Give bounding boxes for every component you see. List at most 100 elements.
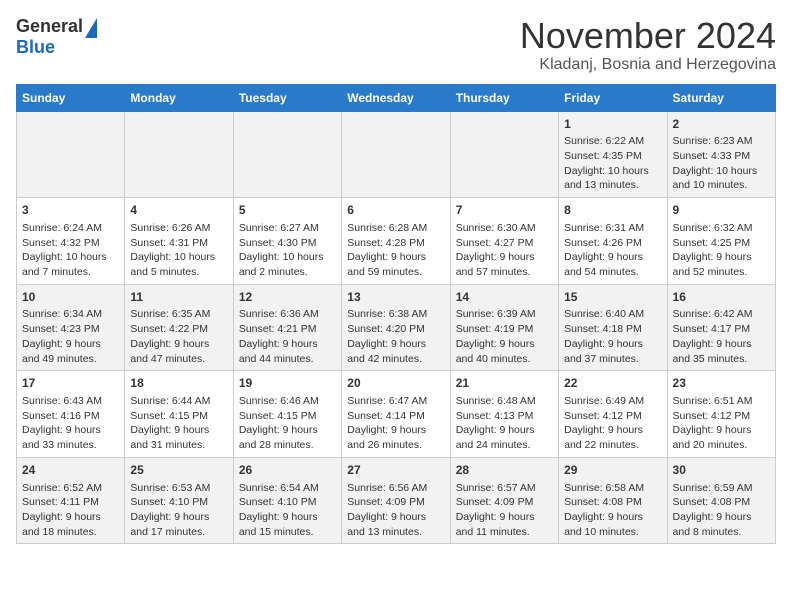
- day-number: 22: [564, 375, 661, 392]
- day-info-line: Sunset: 4:12 PM: [673, 409, 770, 424]
- day-info-line: Daylight: 9 hours and 52 minutes.: [673, 250, 770, 279]
- day-info-line: Sunset: 4:22 PM: [130, 322, 227, 337]
- day-info-line: Daylight: 9 hours and 40 minutes.: [456, 337, 553, 366]
- day-info-line: Sunrise: 6:32 AM: [673, 221, 770, 236]
- day-info-line: Sunrise: 6:48 AM: [456, 394, 553, 409]
- weekday-header-saturday: Saturday: [667, 84, 775, 111]
- day-number: 29: [564, 462, 661, 479]
- day-info-line: Daylight: 10 hours and 10 minutes.: [673, 164, 770, 193]
- day-number: 13: [347, 289, 444, 306]
- calendar-cell: [125, 111, 233, 198]
- day-number: 7: [456, 202, 553, 219]
- day-info-line: Sunset: 4:26 PM: [564, 236, 661, 251]
- logo: General Blue: [16, 16, 97, 58]
- day-info-line: Sunrise: 6:49 AM: [564, 394, 661, 409]
- calendar-cell: 17Sunrise: 6:43 AMSunset: 4:16 PMDayligh…: [17, 371, 125, 458]
- day-info-line: Daylight: 10 hours and 2 minutes.: [239, 250, 336, 279]
- calendar-week-1: 1Sunrise: 6:22 AMSunset: 4:35 PMDaylight…: [17, 111, 776, 198]
- title-block: November 2024 Kladanj, Bosnia and Herzeg…: [520, 16, 776, 74]
- day-number: 15: [564, 289, 661, 306]
- day-info-line: Daylight: 9 hours and 17 minutes.: [130, 510, 227, 539]
- day-info-line: Sunset: 4:08 PM: [673, 495, 770, 510]
- page-header: General Blue November 2024 Kladanj, Bosn…: [16, 16, 776, 74]
- day-info-line: Daylight: 9 hours and 8 minutes.: [673, 510, 770, 539]
- calendar-cell: 18Sunrise: 6:44 AMSunset: 4:15 PMDayligh…: [125, 371, 233, 458]
- day-info-line: Sunrise: 6:36 AM: [239, 307, 336, 322]
- day-info-line: Sunrise: 6:56 AM: [347, 481, 444, 496]
- day-info-line: Sunset: 4:30 PM: [239, 236, 336, 251]
- day-info-line: Daylight: 9 hours and 15 minutes.: [239, 510, 336, 539]
- day-info-line: Daylight: 9 hours and 18 minutes.: [22, 510, 119, 539]
- calendar-cell: [450, 111, 558, 198]
- day-info-line: Sunrise: 6:47 AM: [347, 394, 444, 409]
- day-info-line: Daylight: 9 hours and 35 minutes.: [673, 337, 770, 366]
- header-row: SundayMondayTuesdayWednesdayThursdayFrid…: [17, 84, 776, 111]
- calendar-cell: 13Sunrise: 6:38 AMSunset: 4:20 PMDayligh…: [342, 284, 450, 371]
- calendar-table: SundayMondayTuesdayWednesdayThursdayFrid…: [16, 84, 776, 545]
- calendar-cell: 11Sunrise: 6:35 AMSunset: 4:22 PMDayligh…: [125, 284, 233, 371]
- calendar-week-3: 10Sunrise: 6:34 AMSunset: 4:23 PMDayligh…: [17, 284, 776, 371]
- calendar-cell: 30Sunrise: 6:59 AMSunset: 4:08 PMDayligh…: [667, 457, 775, 544]
- day-info-line: Sunset: 4:14 PM: [347, 409, 444, 424]
- calendar-cell: [17, 111, 125, 198]
- day-number: 21: [456, 375, 553, 392]
- day-info-line: Sunset: 4:15 PM: [130, 409, 227, 424]
- day-info-line: Sunset: 4:13 PM: [456, 409, 553, 424]
- day-info-line: Daylight: 10 hours and 7 minutes.: [22, 250, 119, 279]
- day-number: 26: [239, 462, 336, 479]
- calendar-cell: 24Sunrise: 6:52 AMSunset: 4:11 PMDayligh…: [17, 457, 125, 544]
- day-info-line: Sunset: 4:21 PM: [239, 322, 336, 337]
- day-info-line: Sunset: 4:31 PM: [130, 236, 227, 251]
- day-number: 3: [22, 202, 119, 219]
- day-info-line: Daylight: 9 hours and 44 minutes.: [239, 337, 336, 366]
- day-info-line: Sunrise: 6:40 AM: [564, 307, 661, 322]
- day-number: 5: [239, 202, 336, 219]
- day-number: 12: [239, 289, 336, 306]
- weekday-header-friday: Friday: [559, 84, 667, 111]
- calendar-cell: 12Sunrise: 6:36 AMSunset: 4:21 PMDayligh…: [233, 284, 341, 371]
- day-number: 28: [456, 462, 553, 479]
- day-number: 10: [22, 289, 119, 306]
- day-info-line: Sunset: 4:12 PM: [564, 409, 661, 424]
- calendar-cell: 2Sunrise: 6:23 AMSunset: 4:33 PMDaylight…: [667, 111, 775, 198]
- day-info-line: Sunset: 4:10 PM: [130, 495, 227, 510]
- calendar-cell: 16Sunrise: 6:42 AMSunset: 4:17 PMDayligh…: [667, 284, 775, 371]
- day-number: 23: [673, 375, 770, 392]
- day-info-line: Sunset: 4:09 PM: [456, 495, 553, 510]
- day-info-line: Sunset: 4:23 PM: [22, 322, 119, 337]
- month-title: November 2024: [520, 16, 776, 56]
- day-info-line: Sunset: 4:25 PM: [673, 236, 770, 251]
- day-number: 19: [239, 375, 336, 392]
- weekday-header-wednesday: Wednesday: [342, 84, 450, 111]
- day-info-line: Sunrise: 6:57 AM: [456, 481, 553, 496]
- day-info-line: Sunset: 4:11 PM: [22, 495, 119, 510]
- day-info-line: Daylight: 9 hours and 28 minutes.: [239, 423, 336, 452]
- day-info-line: Daylight: 9 hours and 33 minutes.: [22, 423, 119, 452]
- day-info-line: Sunset: 4:16 PM: [22, 409, 119, 424]
- calendar-cell: 27Sunrise: 6:56 AMSunset: 4:09 PMDayligh…: [342, 457, 450, 544]
- day-info-line: Daylight: 9 hours and 24 minutes.: [456, 423, 553, 452]
- weekday-header-thursday: Thursday: [450, 84, 558, 111]
- calendar-cell: 26Sunrise: 6:54 AMSunset: 4:10 PMDayligh…: [233, 457, 341, 544]
- weekday-header-sunday: Sunday: [17, 84, 125, 111]
- day-number: 27: [347, 462, 444, 479]
- day-info-line: Sunrise: 6:46 AM: [239, 394, 336, 409]
- day-number: 30: [673, 462, 770, 479]
- day-info-line: Sunrise: 6:30 AM: [456, 221, 553, 236]
- calendar-cell: 7Sunrise: 6:30 AMSunset: 4:27 PMDaylight…: [450, 198, 558, 285]
- day-info-line: Daylight: 10 hours and 5 minutes.: [130, 250, 227, 279]
- calendar-cell: 19Sunrise: 6:46 AMSunset: 4:15 PMDayligh…: [233, 371, 341, 458]
- day-info-line: Daylight: 9 hours and 59 minutes.: [347, 250, 444, 279]
- day-info-line: Sunrise: 6:26 AM: [130, 221, 227, 236]
- calendar-cell: 23Sunrise: 6:51 AMSunset: 4:12 PMDayligh…: [667, 371, 775, 458]
- day-info-line: Daylight: 9 hours and 54 minutes.: [564, 250, 661, 279]
- day-info-line: Sunrise: 6:23 AM: [673, 134, 770, 149]
- day-number: 25: [130, 462, 227, 479]
- calendar-cell: 28Sunrise: 6:57 AMSunset: 4:09 PMDayligh…: [450, 457, 558, 544]
- day-info-line: Sunset: 4:35 PM: [564, 149, 661, 164]
- day-info-line: Sunset: 4:10 PM: [239, 495, 336, 510]
- day-info-line: Sunrise: 6:39 AM: [456, 307, 553, 322]
- day-info-line: Daylight: 9 hours and 20 minutes.: [673, 423, 770, 452]
- day-info-line: Daylight: 9 hours and 26 minutes.: [347, 423, 444, 452]
- calendar-cell: 3Sunrise: 6:24 AMSunset: 4:32 PMDaylight…: [17, 198, 125, 285]
